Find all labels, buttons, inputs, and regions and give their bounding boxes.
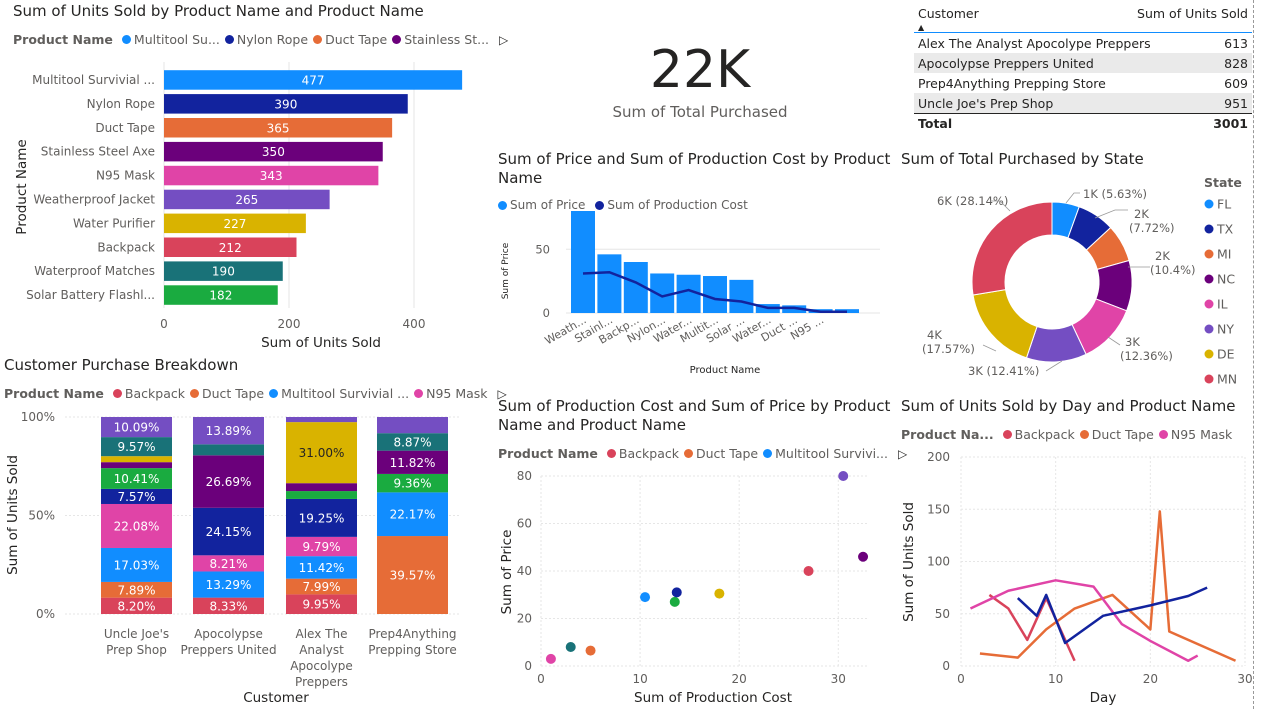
x-tick-label: 30 [1237, 672, 1252, 686]
y-tick-label: 150 [927, 502, 950, 516]
series-line [988, 593, 1076, 662]
y-axis-label: Sum of Units Sold [901, 502, 917, 622]
series-line [979, 510, 1237, 662]
x-tick-label: 20 [1143, 672, 1158, 686]
y-tick-label: 100 [927, 555, 950, 569]
y-tick-label: 0 [942, 659, 950, 673]
x-axis-label: Day [1090, 690, 1117, 706]
x-tick-label: 10 [1048, 672, 1063, 686]
line-chart-svg: 0 50 100 150 200 0 10 20 30 Day Sum of Units Sold [901, 450, 1253, 706]
series-line [969, 579, 1199, 663]
x-tick-label: 0 [957, 672, 965, 686]
y-tick-label: 50 [935, 607, 950, 621]
y-tick-label: 200 [927, 450, 950, 464]
